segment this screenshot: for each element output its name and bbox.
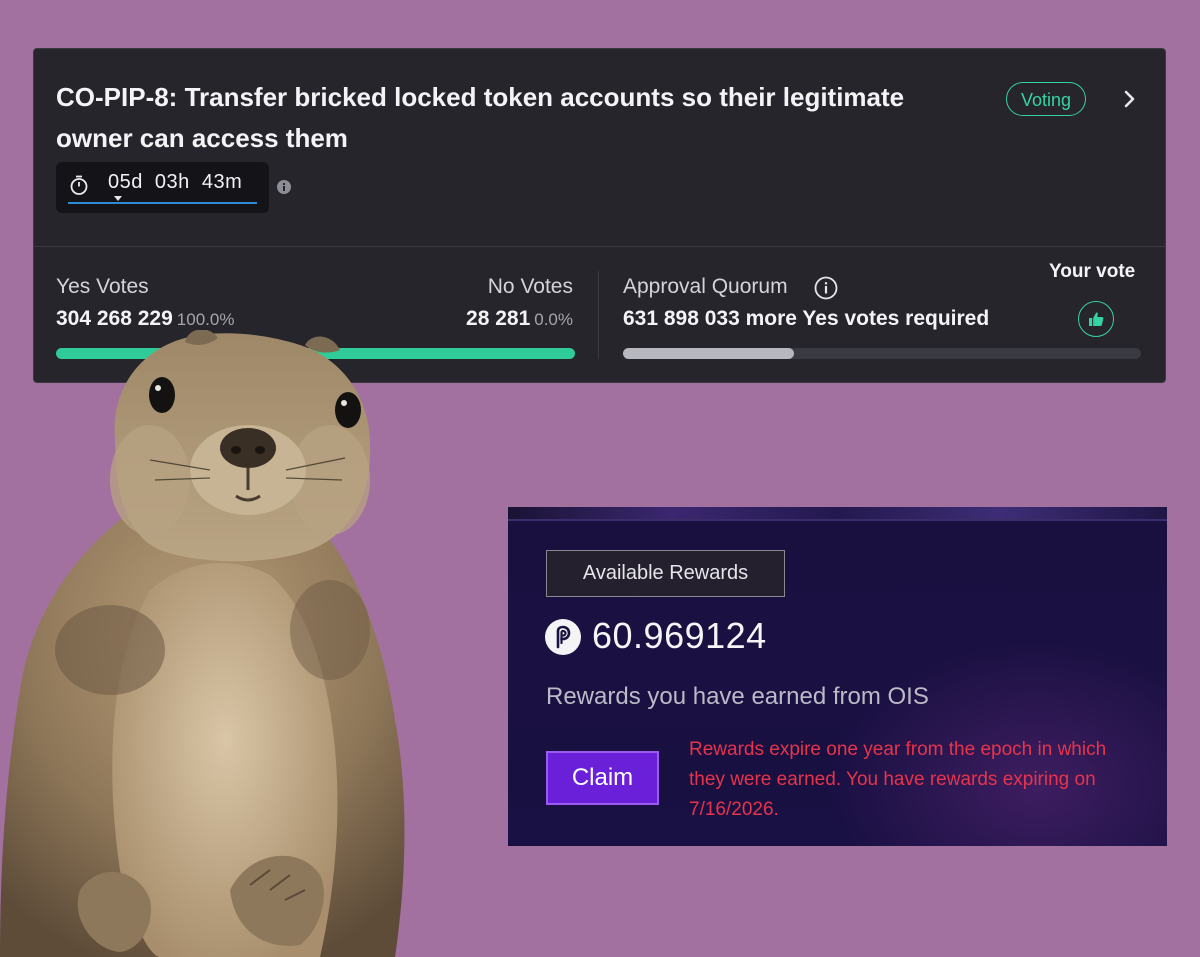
vote-yes-button[interactable] (1078, 301, 1114, 337)
quorum-info-icon[interactable] (814, 276, 838, 300)
yes-votes-percent: 100.0% (176, 310, 235, 329)
yes-votes-count: 304 268 229 (56, 307, 173, 330)
no-votes-value: 28 281 0.0% (466, 307, 573, 331)
thumbs-up-icon (1089, 312, 1104, 326)
timer-value: 05d 03h 43m (108, 171, 243, 193)
timer-icon (70, 175, 88, 195)
section-divider (34, 246, 1165, 247)
quorum-remaining: 631 898 033 more Yes votes required (623, 307, 990, 330)
rewards-card: Available Rewards 60.969124 Rewards you … (508, 507, 1167, 846)
no-votes-count: 28 281 (466, 307, 531, 330)
column-divider (598, 271, 599, 359)
chevron-right-icon[interactable] (1122, 87, 1138, 111)
proposal-title[interactable]: CO-PIP-8: Transfer bricked locked token … (56, 77, 916, 159)
status-badge: Voting (1006, 82, 1087, 116)
rewards-amount: 60.969124 (592, 615, 767, 656)
rewards-top-border (508, 519, 1167, 521)
countdown-timer: 05d 03h 43m (56, 162, 269, 213)
no-votes-label: No Votes (487, 275, 573, 298)
yes-votes-value: 304 268 229 100.0% (56, 307, 234, 331)
approval-quorum-label: Approval Quorum (623, 275, 788, 298)
available-rewards-header: Available Rewards (546, 550, 785, 597)
claim-button[interactable]: Claim (546, 751, 659, 805)
rewards-expiry-notice: Rewards expire one year from the epoch i… (689, 739, 1107, 820)
quorum-progress-bar (623, 348, 1141, 359)
quorum-progress-fill (623, 348, 794, 359)
timer-underline (68, 202, 257, 204)
info-icon[interactable] (276, 179, 292, 195)
timer-caret (114, 196, 122, 201)
token-icon (545, 619, 581, 655)
squirrel-photo (0, 330, 405, 957)
rewards-description: Rewards you have earned from OIS (546, 683, 929, 710)
no-votes-percent: 0.0% (534, 310, 573, 329)
your-vote-label: Your vote (1049, 261, 1136, 282)
yes-votes-label: Yes Votes (56, 275, 149, 298)
